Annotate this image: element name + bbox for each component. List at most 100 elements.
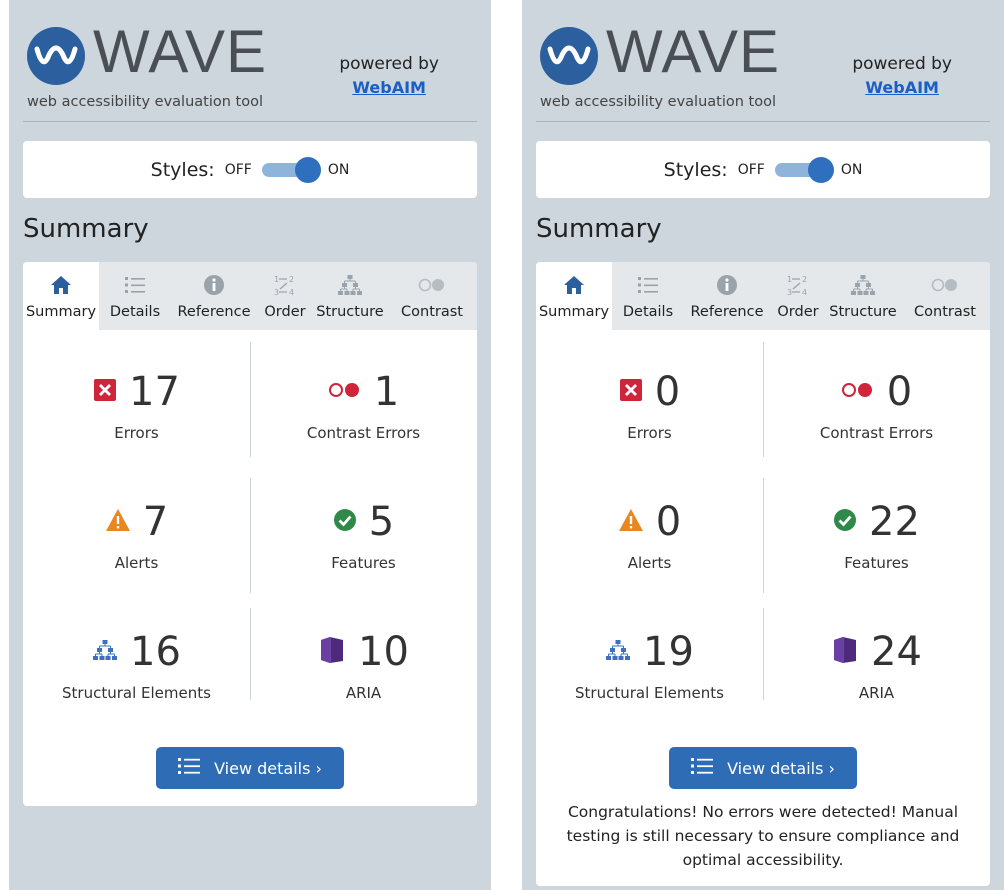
wave-panel-right: WAVE web accessibility evaluation tool p… xyxy=(522,0,1004,890)
error-icon xyxy=(93,378,117,406)
structural-elements-stat[interactable]: 19 Structural Elements xyxy=(536,602,763,732)
tab-label: Reference xyxy=(177,304,251,320)
tab-label: Summary xyxy=(538,304,610,320)
tagline: web accessibility evaluation tool xyxy=(27,94,263,110)
tagline: web accessibility evaluation tool xyxy=(540,94,776,110)
tab-details[interactable]: Details xyxy=(99,262,171,330)
tab-contrast[interactable]: Contrast xyxy=(900,262,990,330)
features-stat[interactable]: 22 Features xyxy=(763,472,990,602)
svg-text:4: 4 xyxy=(289,288,294,297)
styles-off-label: OFF xyxy=(224,161,252,178)
info-icon xyxy=(716,272,738,298)
alerts-label: Alerts xyxy=(114,554,159,572)
list-icon xyxy=(178,757,201,779)
tab-structure[interactable]: Structure xyxy=(313,262,387,330)
aria-label: ARIA xyxy=(345,684,382,702)
summary-card: Summary Details Reference 1 2 3 4 Order Str… xyxy=(23,262,477,806)
order-icon: 1 2 3 4 xyxy=(273,272,297,298)
tab-order[interactable]: 1 2 3 4 Order xyxy=(770,262,826,330)
structural-elements-stat[interactable]: 16 Structural Elements xyxy=(23,602,250,732)
svg-text:3: 3 xyxy=(274,288,279,297)
alerts-count: 0 xyxy=(655,499,682,545)
features-count: 22 xyxy=(869,499,920,545)
summary-heading: Summary xyxy=(536,214,662,244)
aria-count: 24 xyxy=(871,629,922,675)
wave-logo-icon xyxy=(540,27,598,85)
powered-by-text: powered by xyxy=(339,54,439,74)
features-label: Features xyxy=(844,554,909,572)
webaim-link[interactable]: WebAIM xyxy=(352,78,426,97)
errors-stat[interactable]: 17 Errors xyxy=(23,342,250,472)
tab-label: Summary xyxy=(25,304,97,320)
styles-toggle-switch[interactable] xyxy=(261,156,321,183)
tab-label: Structure xyxy=(829,304,897,320)
toggle-knob xyxy=(294,156,321,183)
summary-heading: Summary xyxy=(23,214,149,244)
svg-text:2: 2 xyxy=(289,275,294,284)
structural-label: Structural Elements xyxy=(575,684,724,702)
list-icon xyxy=(691,757,714,779)
structure-tab-icon xyxy=(851,272,875,298)
structural-count: 16 xyxy=(130,629,181,675)
tab-label: Order xyxy=(264,304,306,320)
error-icon xyxy=(619,378,643,406)
tab-label: Order xyxy=(777,304,819,320)
tab-label: Contrast xyxy=(914,304,976,320)
info-icon xyxy=(203,272,225,298)
aria-label: ARIA xyxy=(858,684,895,702)
styles-on-label: ON xyxy=(840,161,863,178)
structure-icon xyxy=(605,639,631,665)
tab-order[interactable]: 1 2 3 4 Order xyxy=(257,262,313,330)
tab-summary[interactable]: Summary xyxy=(536,262,612,330)
alerts-count: 7 xyxy=(142,499,169,545)
aria-stat[interactable]: 10 ARIA xyxy=(250,602,477,732)
tab-summary[interactable]: Summary xyxy=(23,262,99,330)
errors-label: Errors xyxy=(627,424,672,442)
toggle-knob xyxy=(807,156,834,183)
contrast-errors-count: 0 xyxy=(886,369,913,415)
contrast-icon xyxy=(328,382,362,402)
styles-toggle-box: Styles: OFF ON xyxy=(536,141,990,198)
aria-stat[interactable]: 24 ARIA xyxy=(763,602,990,732)
aria-icon xyxy=(831,636,859,668)
svg-text:4: 4 xyxy=(802,288,807,297)
contrast-errors-stat[interactable]: 1 Contrast Errors xyxy=(250,342,477,472)
styles-toggle-switch[interactable] xyxy=(774,156,834,183)
tab-structure[interactable]: Structure xyxy=(826,262,900,330)
wave-header: WAVE web accessibility evaluation tool p… xyxy=(23,0,477,122)
home-icon xyxy=(50,272,72,298)
webaim-link[interactable]: WebAIM xyxy=(865,78,939,97)
wave-wordmark: WAVE xyxy=(606,18,781,85)
view-details-button[interactable]: View details › xyxy=(669,747,857,789)
list-icon xyxy=(124,272,146,298)
feature-icon xyxy=(833,508,857,536)
alert-icon xyxy=(618,508,644,536)
features-label: Features xyxy=(331,554,396,572)
view-details-button[interactable]: View details › xyxy=(156,747,344,789)
errors-count: 0 xyxy=(654,369,681,415)
contrast-icon xyxy=(841,382,875,402)
tab-details[interactable]: Details xyxy=(612,262,684,330)
styles-off-label: OFF xyxy=(737,161,765,178)
alerts-label: Alerts xyxy=(627,554,672,572)
tab-label: Reference xyxy=(690,304,764,320)
tab-contrast[interactable]: Contrast xyxy=(387,262,477,330)
contrast-errors-stat[interactable]: 0 Contrast Errors xyxy=(763,342,990,472)
svg-text:3: 3 xyxy=(787,288,792,297)
errors-stat[interactable]: 0 Errors xyxy=(536,342,763,472)
features-stat[interactable]: 5 Features xyxy=(250,472,477,602)
order-icon: 1 2 3 4 xyxy=(786,272,810,298)
alerts-stat[interactable]: 0 Alerts xyxy=(536,472,763,602)
styles-toggle-box: Styles: OFF ON xyxy=(23,141,477,198)
alert-icon xyxy=(105,508,131,536)
view-details-label: View details › xyxy=(214,758,322,778)
tab-reference[interactable]: Reference xyxy=(171,262,257,330)
wave-wordmark: WAVE xyxy=(93,18,268,85)
errors-label: Errors xyxy=(114,424,159,442)
structure-icon xyxy=(92,639,118,665)
alerts-stat[interactable]: 7 Alerts xyxy=(23,472,250,602)
tab-bar: Summary Details Reference 1 2 3 4 Order Str… xyxy=(536,262,990,330)
tab-reference[interactable]: Reference xyxy=(684,262,770,330)
tab-label: Structure xyxy=(316,304,384,320)
structural-label: Structural Elements xyxy=(62,684,211,702)
